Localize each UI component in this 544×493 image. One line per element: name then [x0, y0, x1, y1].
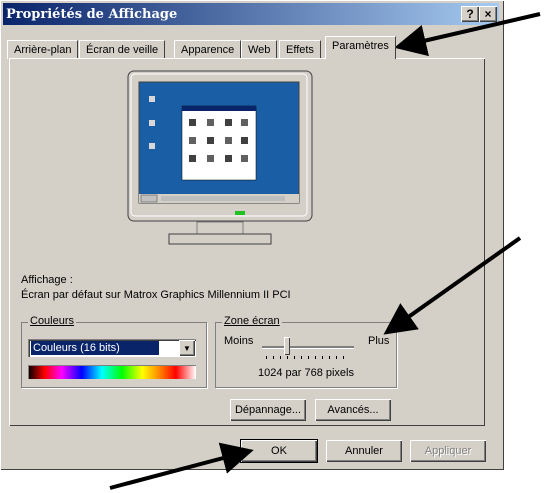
close-button[interactable]: × [479, 6, 497, 22]
slider-ticks [266, 356, 350, 359]
slider-more-label: Plus [368, 335, 390, 347]
resolution-slider[interactable] [262, 337, 354, 359]
tab-effets[interactable]: Effets [279, 40, 321, 59]
color-spectrum-bar [28, 365, 196, 379]
advanced-button[interactable]: Avancés... [315, 399, 391, 421]
tab-parametres[interactable]: Paramètres [325, 36, 396, 59]
help-button[interactable]: ? [461, 6, 479, 22]
tab-arriere-plan[interactable]: Arrière-plan [7, 40, 79, 59]
slider-less-label: Moins [224, 335, 254, 347]
chevron-down-icon: ▼ [183, 344, 191, 353]
screen-area-group-label: Zone écran [222, 315, 282, 327]
tab-apparence[interactable]: Apparence [174, 40, 242, 59]
troubleshoot-button[interactable]: Dépannage... [230, 399, 306, 421]
colors-dropdown-button[interactable]: ▼ [179, 340, 195, 356]
colors-group: Couleurs Couleurs (16 bits) ▼ [21, 315, 207, 388]
colors-select[interactable]: Couleurs (16 bits) ▼ [28, 339, 196, 357]
display-device-text: Écran par défaut sur Matrox Graphics Mil… [21, 289, 291, 301]
display-properties-window: Propriétés de Affichage ? × Arrière-plan… [0, 0, 504, 470]
apply-button[interactable]: Appliquer [410, 440, 486, 462]
tab-ecran-de-veille[interactable]: Écran de veille [79, 40, 166, 59]
monitor-preview-image [127, 70, 313, 245]
display-label: Affichage : [21, 274, 73, 286]
screen-area-group: Zone écran Moins Plus 1024 par 768 pixel… [215, 315, 397, 388]
slider-track [262, 346, 354, 349]
colors-group-label: Couleurs [28, 315, 77, 327]
ok-button[interactable]: OK [240, 439, 318, 463]
window-title: Propriétés de Affichage [6, 7, 178, 22]
cancel-button[interactable]: Annuler [326, 440, 402, 462]
title-bar[interactable]: Propriétés de Affichage ? × [3, 3, 499, 25]
colors-selected-value: Couleurs (16 bits) [31, 341, 159, 355]
slider-thumb[interactable] [284, 337, 290, 355]
tab-web[interactable]: Web [241, 40, 278, 59]
resolution-value: 1024 par 768 pixels [257, 367, 354, 379]
settings-panel: Affichage : Écran par défaut sur Matrox … [9, 58, 485, 426]
